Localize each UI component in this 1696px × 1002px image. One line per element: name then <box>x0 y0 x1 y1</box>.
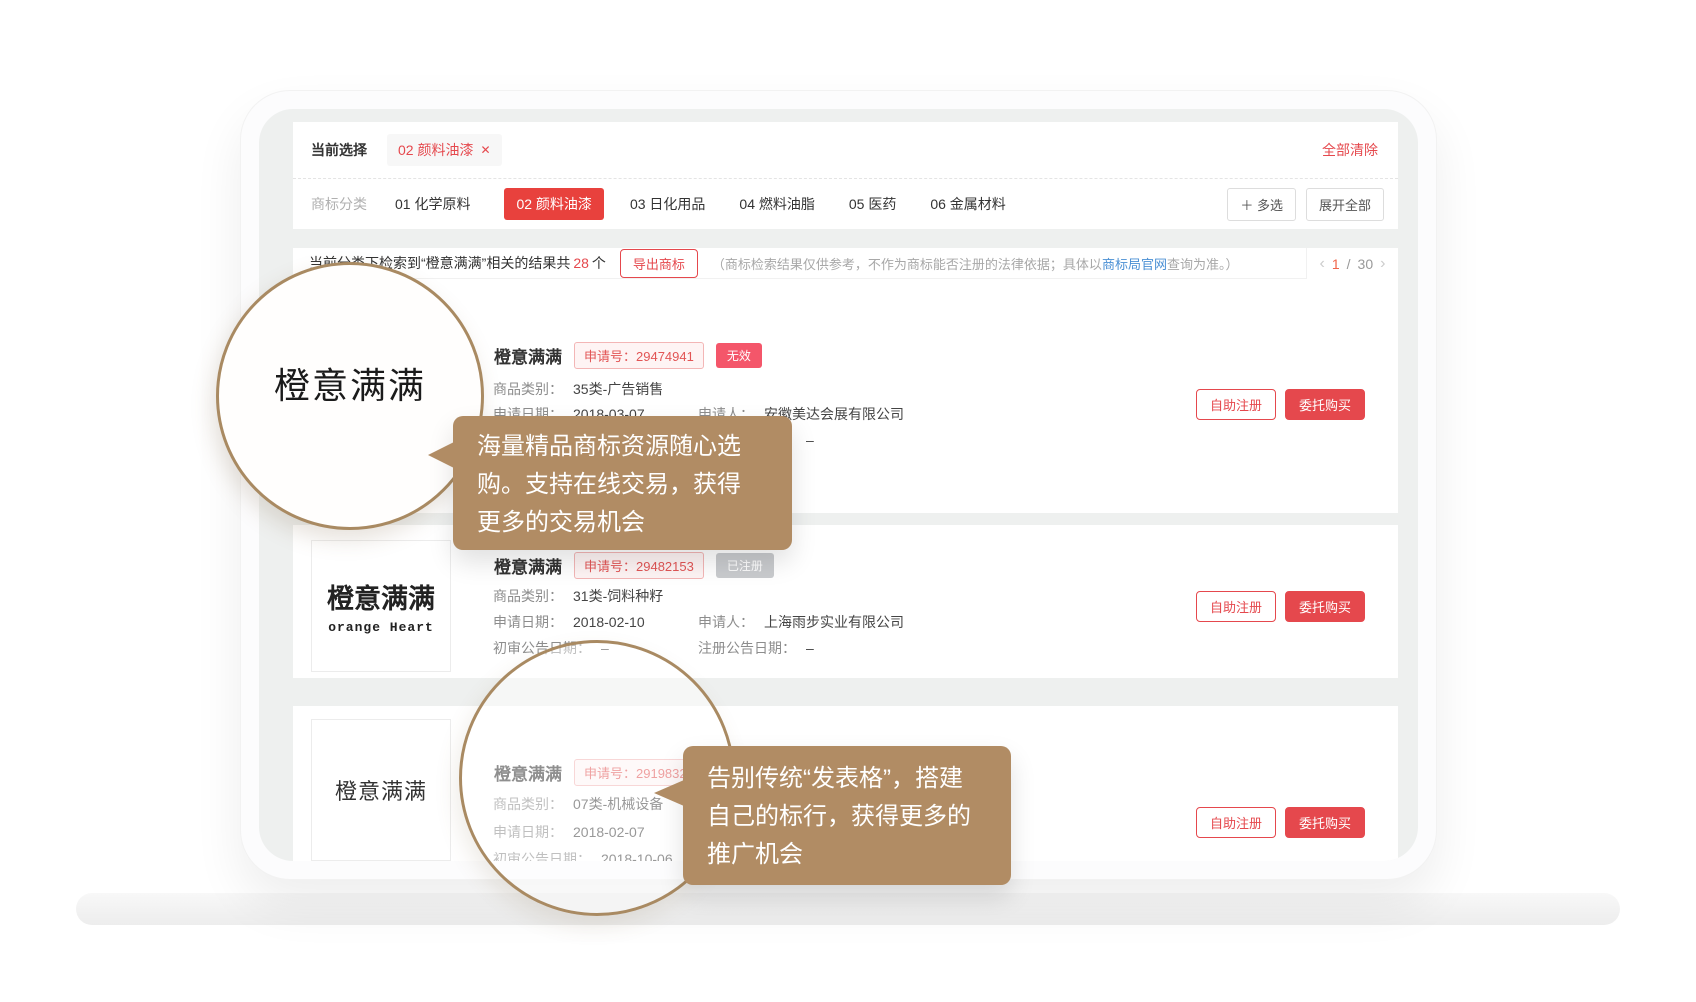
remove-tag-icon[interactable]: ✕ <box>480 143 490 157</box>
trademark-office-link[interactable]: 商标局官网 <box>1102 257 1167 272</box>
entrust-buy-button[interactable]: 委托购买 <box>1285 389 1365 420</box>
pagination: ‹ 1 / 30 › <box>1306 248 1398 279</box>
results-count: 28 <box>570 255 592 271</box>
prev-page-icon[interactable]: ‹ <box>1320 256 1325 272</box>
clear-all-link[interactable]: 全部清除 <box>1322 140 1378 160</box>
category-value: 31类-饲料种籽 <box>573 588 663 604</box>
applicant-label: 申请人： <box>698 614 754 630</box>
status-badge-invalid: 无效 <box>716 343 762 368</box>
category-label: 商品类别： <box>493 381 563 397</box>
app-no-label: 申请号： <box>584 349 636 364</box>
entrust-buy-button[interactable]: 委托购买 <box>1285 807 1365 838</box>
bubble-tail-icon <box>654 780 684 806</box>
trademark-image-subtext: orange Heart <box>328 620 434 635</box>
category-row-label: 商标分类 <box>311 194 367 214</box>
self-register-button[interactable]: 自助注册 <box>1196 807 1276 838</box>
self-register-button[interactable]: 自助注册 <box>1196 591 1276 622</box>
trademark-image-2: 橙意满满 orange Heart <box>311 540 451 672</box>
selected-filter-tag-label: 02 颜料油漆 <box>398 140 473 160</box>
disclaimer-left: （商标检索结果仅供参考，不作为商标能否注册的法律依据；具体以 <box>712 257 1102 272</box>
callout-bubble-marketplace: 海量精品商标资源随心选 购。支持在线交易，获得 更多的交易机会 <box>453 416 792 550</box>
row-actions-3: 自助注册 委托购买 <box>1196 807 1365 838</box>
app-no-value: 29482153 <box>636 559 694 574</box>
bubble-line: 推广机会 <box>707 836 1011 874</box>
self-register-button[interactable]: 自助注册 <box>1196 389 1276 420</box>
trademark-name[interactable]: 橙意满满 <box>494 343 562 368</box>
summary-suffix: 个 <box>592 255 606 271</box>
callout-bubble-promotion: 告别传统“发表格”，搭建 自己的标行，获得更多的 推广机会 <box>683 746 1011 885</box>
current-selection-label: 当前选择 <box>311 140 367 160</box>
row-actions-1: 自助注册 委托购买 <box>1196 389 1365 420</box>
apply-date-label: 申请日期： <box>493 614 563 630</box>
category-item-04[interactable]: 04 燃料油脂 <box>739 194 814 214</box>
category-item-05[interactable]: 05 医药 <box>849 194 896 214</box>
trademark-image-text: 橙意满满 <box>327 577 435 616</box>
category-field: 商品类别： 31类-饲料种籽 <box>493 586 663 606</box>
selected-filter-tag[interactable]: 02 颜料油漆 ✕ <box>387 134 502 166</box>
device-base <box>76 893 1620 925</box>
category-label: 商品类别： <box>493 588 563 604</box>
results-header: 当前分类下检索到“橙意满满”相关的结果共28个 导出商标 （商标检索结果仅供参考… <box>293 248 1398 279</box>
bubble-line: 更多的交易机会 <box>477 504 792 542</box>
category-row: 商标分类 01 化学原料 02 颜料油漆 03 日化用品 04 燃料油脂 05 … <box>293 179 1398 229</box>
expand-all-button[interactable]: 展开全部 <box>1306 188 1384 221</box>
trademark-image-3: 橙意满满 <box>311 719 451 861</box>
disclaimer-right: 查询为准。） <box>1167 257 1239 272</box>
reg-notice-field: 注册公告日期：– <box>698 638 814 658</box>
bubble-line: 告别传统“发表格”，搭建 <box>707 760 1011 798</box>
current-page: 1 <box>1332 256 1340 272</box>
applicant-field: 申请人： 上海雨步实业有限公司 <box>698 612 904 632</box>
apply-date-value: 2018-02-10 <box>573 614 645 630</box>
total-pages: 30 <box>1358 256 1374 272</box>
reg-notice-label: 注册公告日期： <box>698 640 796 656</box>
trademark-image-text: 橙意满满 <box>335 774 427 806</box>
status-badge-registered: 已注册 <box>716 553 774 578</box>
next-page-icon[interactable]: › <box>1380 256 1385 272</box>
category-value: 35类-广告销售 <box>573 381 663 397</box>
category-item-01[interactable]: 01 化学原料 <box>395 194 470 214</box>
export-trademarks-button[interactable]: 导出商标 <box>620 249 698 278</box>
category-field: 商品类别： 35类-广告销售 <box>493 379 663 399</box>
category-item-03[interactable]: 03 日化用品 <box>630 194 705 214</box>
current-selection-row: 当前选择 02 颜料油漆 ✕ 全部清除 <box>293 122 1398 179</box>
row-actions-2: 自助注册 委托购买 <box>1196 591 1365 622</box>
category-item-06[interactable]: 06 金属材料 <box>930 194 1005 214</box>
magnified-trademark-text: 橙意满满 <box>274 357 426 435</box>
bubble-line: 自己的标行，获得更多的 <box>707 798 1011 836</box>
page-separator: / <box>1347 256 1351 272</box>
app-no-label: 申请号： <box>584 559 636 574</box>
application-number-tag: 申请号：29474941 <box>574 342 704 369</box>
application-number-tag: 申请号：29482153 <box>574 552 704 579</box>
trademark-name[interactable]: 橙意满满 <box>494 553 562 578</box>
apply-date-field: 申请日期： 2018-02-10 <box>493 612 645 632</box>
trademark-title-row-2: 橙意满满 申请号：29482153 已注册 <box>494 552 774 579</box>
reg-notice-value: – <box>806 432 814 448</box>
bubble-line: 海量精品商标资源随心选 <box>477 428 792 466</box>
bubble-line: 购。支持在线交易，获得 <box>477 466 792 504</box>
page: 当前选择 02 颜料油漆 ✕ 全部清除 商标分类 01 化学原料 02 颜料油漆… <box>0 0 1696 1002</box>
applicant-value: 上海雨步实业有限公司 <box>764 614 904 630</box>
entrust-buy-button[interactable]: 委托购买 <box>1285 591 1365 622</box>
category-item-02-selected[interactable]: 02 颜料油漆 <box>504 188 603 220</box>
reg-notice-value: – <box>806 640 814 656</box>
app-no-value: 29474941 <box>636 349 694 364</box>
disclaimer-text: （商标检索结果仅供参考，不作为商标能否注册的法律依据；具体以商标局官网查询为准。… <box>712 254 1239 273</box>
trademark-title-row-1: 橙意满满 申请号：29474941 无效 <box>494 342 762 369</box>
magnifier-circle-1: 橙意满满 <box>216 262 484 530</box>
filter-card: 当前选择 02 颜料油漆 ✕ 全部清除 商标分类 01 化学原料 02 颜料油漆… <box>293 122 1398 229</box>
multi-select-button[interactable]: ＋ 多选 <box>1227 188 1296 221</box>
bubble-tail-icon <box>428 442 454 468</box>
